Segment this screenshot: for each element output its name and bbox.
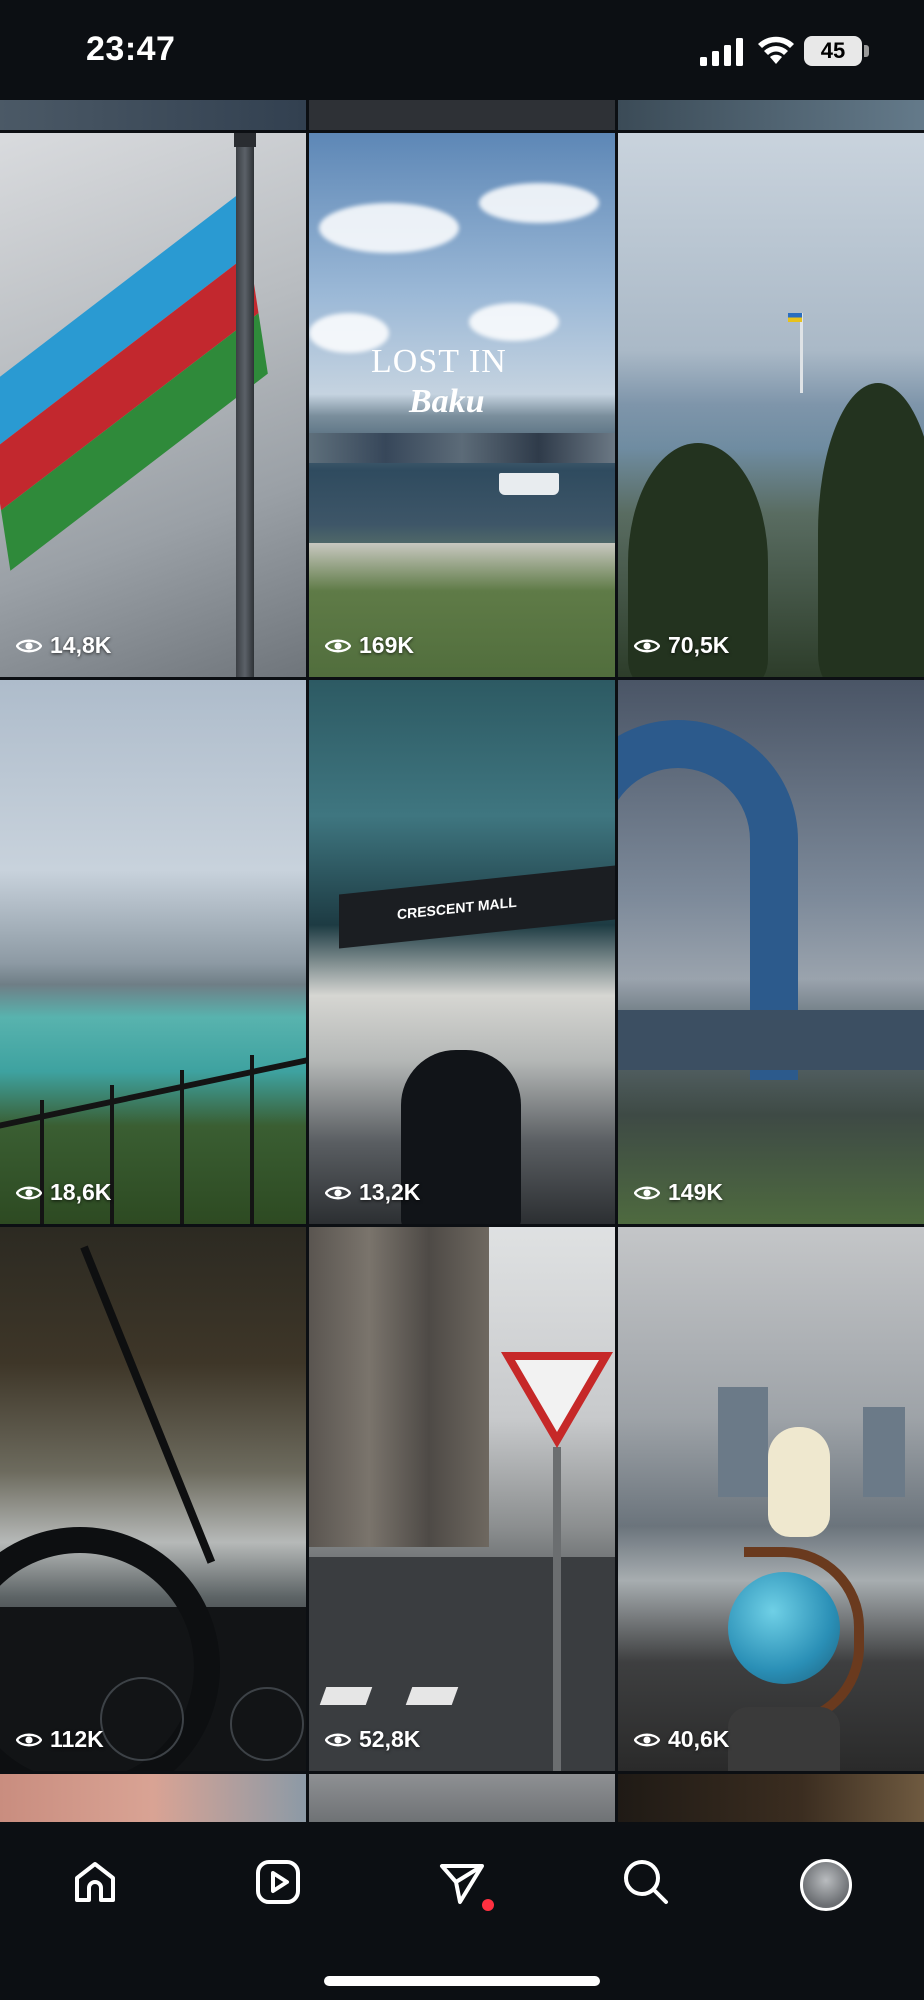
view-count-label: 70,5K [668, 632, 730, 658]
gauge [230, 1687, 304, 1761]
crosswalk-stripe [319, 1687, 373, 1705]
eye-icon [325, 639, 351, 652]
view-count-label: 18,6K [50, 1179, 112, 1205]
grid-tile-partial[interactable] [0, 1774, 306, 1822]
view-count: 169K [325, 632, 414, 659]
yield-sign-inner [515, 1360, 599, 1432]
grid-tile[interactable]: 149K [618, 680, 924, 1224]
view-count-label: 13,2K [359, 1179, 421, 1205]
city-skyline [309, 433, 615, 463]
grid-tile-partial[interactable] [0, 100, 306, 130]
flagpole [236, 133, 254, 677]
railing [0, 1057, 306, 1129]
eye-icon [634, 639, 660, 652]
wifi-icon [758, 36, 794, 64]
status-bar: 23:47 45 [0, 0, 924, 100]
view-count-label: 40,6K [668, 1726, 730, 1752]
crosswalk-stripe [405, 1687, 459, 1705]
view-count-label: 169K [359, 632, 414, 658]
battery-tip [864, 45, 869, 57]
battery-indicator: 45 [804, 36, 862, 66]
eye-icon [16, 1733, 42, 1746]
cellular-signal-icon [700, 38, 743, 66]
cloud [469, 303, 559, 341]
view-count-label: 149K [668, 1179, 723, 1205]
gauge [100, 1677, 184, 1761]
flagpole-cap [234, 133, 256, 147]
home-icon [75, 1862, 115, 1902]
grid-tile[interactable]: 112K [0, 1227, 306, 1771]
flag-image [0, 193, 268, 571]
reels-icon [256, 1860, 300, 1904]
direct-messages-icon [440, 1864, 484, 1904]
eye-icon [16, 1186, 42, 1199]
reels-grid: 14,8K LOST IN Baku 169K 70,5K 18,6K CRES… [0, 100, 924, 1822]
sign-post [553, 1447, 561, 1771]
nav-home[interactable] [65, 1852, 125, 1912]
grid-tile-partial[interactable] [618, 100, 924, 130]
grid-tile[interactable]: 52,8K [309, 1227, 615, 1771]
status-time: 23:47 [86, 30, 176, 68]
eye-icon [325, 1186, 351, 1199]
view-count: 52,8K [325, 1726, 420, 1753]
globe-figurine [728, 1572, 840, 1684]
view-count-label: 112K [50, 1726, 104, 1752]
building [309, 1227, 489, 1547]
view-count: 40,6K [634, 1726, 729, 1753]
small-flag [788, 313, 802, 322]
eye-icon [16, 639, 42, 652]
boat [499, 473, 559, 495]
view-count: 149K [634, 1179, 723, 1206]
grid-tile[interactable]: 70,5K [618, 133, 924, 677]
distant-tower [863, 1407, 905, 1497]
view-count: 112K [16, 1726, 104, 1753]
eye-icon [634, 1733, 660, 1746]
grid-tile[interactable]: 18,6K [0, 680, 306, 1224]
overlay-title-line1: LOST IN [371, 343, 507, 380]
building-podium [618, 1010, 924, 1070]
flag-mast [800, 313, 803, 393]
grid-tile-partial[interactable] [309, 1774, 615, 1822]
cat-figurine [768, 1427, 830, 1537]
railing-post [250, 1055, 254, 1224]
grid-tile[interactable]: LOST IN Baku 169K [309, 133, 615, 677]
cloud [479, 183, 599, 223]
notification-dot [482, 1899, 494, 1911]
railing-post [180, 1070, 184, 1224]
grid-tile[interactable]: 40,6K [618, 1227, 924, 1771]
windshield-wiper [80, 1245, 216, 1564]
view-count: 13,2K [325, 1179, 420, 1206]
cloud [319, 203, 459, 253]
distant-tower [718, 1387, 768, 1497]
view-count: 18,6K [16, 1179, 111, 1206]
grid-tile-partial[interactable] [618, 1774, 924, 1822]
grid-tile-partial[interactable] [309, 100, 615, 130]
view-count-label: 52,8K [359, 1726, 421, 1752]
eye-icon [634, 1186, 660, 1199]
home-indicator [324, 1976, 600, 1986]
search-icon [624, 1860, 668, 1904]
figurine-base [728, 1707, 840, 1771]
overlay-title-line2: Baku [409, 383, 485, 420]
grid-tile[interactable]: CRESCENT MALL 13,2K [309, 680, 615, 1224]
grid-tile[interactable]: 14,8K [0, 133, 306, 677]
tree [818, 383, 924, 677]
eye-icon [325, 1733, 351, 1746]
profile-avatar[interactable] [800, 1859, 852, 1911]
view-count: 70,5K [634, 632, 729, 659]
bottom-navigation [0, 1822, 924, 2000]
view-count-label: 14,8K [50, 632, 112, 658]
nav-reels[interactable] [248, 1852, 308, 1912]
nav-search[interactable] [616, 1852, 676, 1912]
view-count: 14,8K [16, 632, 111, 659]
